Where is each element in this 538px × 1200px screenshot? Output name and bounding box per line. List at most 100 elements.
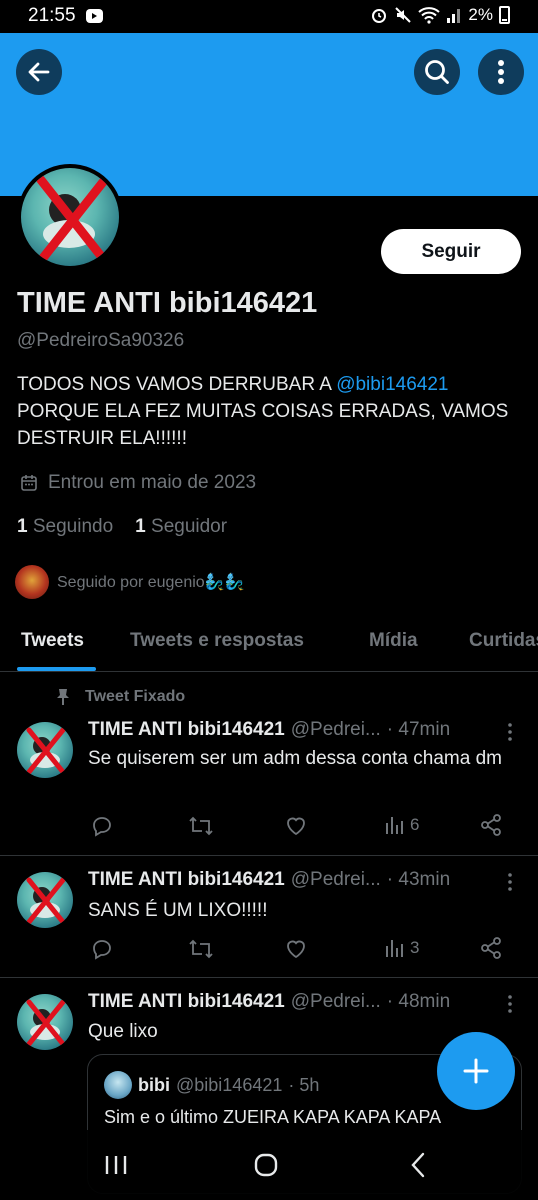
followers-link[interactable]: 1 Seguidor — [135, 516, 227, 538]
following-link[interactable]: 1 Seguindo — [17, 516, 113, 538]
plus-icon — [463, 1058, 489, 1084]
quoted-author-name: bibi — [138, 1074, 170, 1095]
tweet-text: Se quiserem ser um adm dessa conta chama… — [88, 748, 502, 769]
tweet-actions: 6 — [88, 814, 508, 840]
tweet-author-name[interactable]: TIME ANTI bibi146421 — [88, 719, 285, 741]
tweet-header: TIME ANTI bibi146421 @Pedrei... · 48min — [88, 991, 450, 1013]
video-record-icon — [86, 9, 103, 23]
compose-tweet-button[interactable] — [437, 1032, 515, 1110]
views-chart-icon — [386, 940, 403, 957]
chevron-left-icon — [411, 1152, 425, 1178]
tweet-avatar[interactable] — [17, 994, 73, 1050]
tweet-more-icon[interactable] — [500, 872, 520, 892]
recent-apps-button[interactable] — [96, 1150, 136, 1180]
more-vertical-icon — [498, 60, 504, 84]
retweet-icon — [189, 939, 213, 959]
views-count: 6 — [410, 815, 420, 834]
tab-likes[interactable]: Curtidas — [469, 630, 538, 652]
system-nav-bar — [0, 1130, 538, 1200]
tweet-author-name[interactable]: TIME ANTI bibi146421 — [88, 991, 285, 1013]
profile-tabs: Tweets Tweets e respostas Mídia Curtidas — [0, 616, 538, 672]
signal-icon — [447, 9, 461, 23]
battery-text: 2% — [468, 5, 493, 24]
followed-by[interactable]: Seguido por eugenio🧞‍♂️🧞‍♂️ — [15, 565, 245, 599]
share-button[interactable] — [480, 814, 502, 836]
heart-icon — [287, 817, 305, 836]
tweet-author-handle: @Pedrei... — [290, 719, 381, 740]
crossed-out-icon — [36, 175, 108, 263]
tweet-time: · 48min — [386, 991, 451, 1012]
tweet[interactable]: TIME ANTI bibi146421 @Pedrei... · 43min … — [0, 866, 538, 976]
tweet[interactable]: TIME ANTI bibi146421 @Pedrei... · 47min … — [0, 716, 538, 854]
calendar-icon — [21, 475, 37, 491]
mute-icon — [395, 7, 412, 23]
views-button[interactable]: 3 — [384, 937, 419, 959]
like-button[interactable] — [284, 814, 308, 838]
quoted-tweet-text: Sim e o último ZUEIRA KAPA KAPA KAPA — [104, 1107, 442, 1127]
followed-by-text: Seguido por eugenio🧞‍♂️🧞‍♂️ — [57, 574, 245, 591]
follow-stats: 1 Seguindo 1 Seguidor — [17, 516, 227, 538]
retweet-button[interactable] — [188, 937, 214, 961]
divider — [0, 977, 538, 978]
share-icon — [481, 814, 501, 836]
reply-button[interactable] — [90, 814, 114, 838]
tab-media[interactable]: Mídia — [369, 630, 418, 652]
tweet-avatar[interactable] — [17, 722, 73, 778]
share-button[interactable] — [480, 937, 502, 959]
tweet-header: TIME ANTI bibi146421 @Pedrei... · 43min — [88, 869, 450, 891]
tweet-header: TIME ANTI bibi146421 @Pedrei... · 47min — [88, 719, 450, 741]
tweet-more-icon[interactable] — [500, 994, 520, 1014]
profile-avatar[interactable] — [17, 164, 123, 270]
quoted-avatar — [104, 1071, 132, 1099]
retweet-icon — [189, 816, 213, 836]
tweet-author-handle: @Pedrei... — [290, 991, 381, 1012]
battery-icon — [499, 6, 510, 24]
following-label: Seguindo — [32, 516, 114, 537]
home-button[interactable] — [246, 1150, 286, 1180]
more-options-button[interactable] — [478, 49, 524, 95]
home-circle-icon — [254, 1153, 278, 1177]
reply-button[interactable] — [90, 937, 114, 961]
status-time: 21:55 — [28, 5, 76, 26]
recent-apps-icon — [105, 1156, 127, 1174]
quoted-tweet-header: bibi @bibi146421 · 5h — [104, 1071, 319, 1099]
arrow-left-icon — [28, 62, 50, 82]
following-count: 1 — [17, 516, 28, 537]
avatar-image — [21, 168, 119, 266]
tweet-author-handle: @Pedrei... — [290, 869, 381, 890]
followers-label: Seguidor — [151, 516, 228, 537]
tweet-avatar[interactable] — [17, 872, 73, 928]
like-button[interactable] — [284, 937, 308, 961]
status-bar: 21:55 2% — [0, 0, 538, 33]
system-back-button[interactable] — [398, 1150, 438, 1180]
tweet-actions: 3 — [88, 937, 508, 963]
retweet-button[interactable] — [188, 814, 214, 838]
tweet-more-icon[interactable] — [500, 722, 520, 742]
share-icon — [481, 937, 501, 959]
follower-avatar — [15, 565, 49, 599]
back-button[interactable] — [16, 49, 62, 95]
views-button[interactable]: 6 — [384, 814, 419, 836]
pinned-label: Tweet Fixado — [55, 688, 185, 706]
tab-tweets[interactable]: Tweets — [21, 630, 84, 652]
joined-text: Entrou em maio de 2023 — [48, 472, 257, 493]
tweet-author-name[interactable]: TIME ANTI bibi146421 — [88, 869, 285, 891]
tab-tweets-and-replies[interactable]: Tweets e respostas — [130, 630, 304, 652]
pinned-text: Tweet Fixado — [85, 688, 186, 705]
crossed-out-icon — [26, 727, 66, 775]
bio-mention-link[interactable]: @bibi146421 — [336, 374, 448, 395]
heart-icon — [287, 940, 305, 959]
quoted-tweet-time: · 5h — [288, 1074, 320, 1095]
views-count: 3 — [410, 938, 420, 957]
follow-button[interactable]: Seguir — [381, 229, 521, 274]
reply-icon — [93, 940, 111, 960]
crossed-out-icon — [26, 999, 66, 1047]
alarm-icon — [372, 9, 387, 23]
bio-text: TODOS NOS VAMOS DERRUBAR A — [17, 374, 337, 395]
search-button[interactable] — [414, 49, 460, 95]
pin-icon — [57, 689, 69, 705]
tweet-time: · 47min — [386, 719, 451, 740]
tweet-text: SANS É UM LIXO!!!!! — [88, 900, 268, 921]
wifi-icon — [418, 7, 441, 24]
joined-date: Entrou em maio de 2023 — [20, 472, 256, 494]
